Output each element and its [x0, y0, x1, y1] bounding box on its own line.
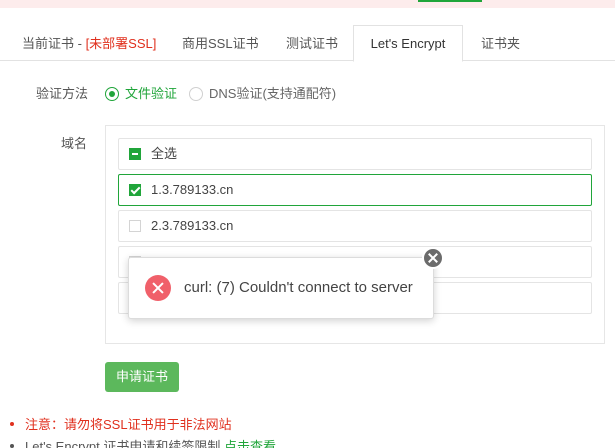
select-all-label: 全选 [151, 146, 178, 161]
ssl-tabs: 当前证书 - [未部署SSL] 商用SSL证书 测试证书 Let's Encry… [0, 25, 615, 62]
domain-name: 2.3.789133.cn [151, 218, 234, 233]
radio-dns-verify-label[interactable]: DNS验证(支持通配符) [209, 85, 336, 103]
domain-name: 1.3.789133.cn [151, 182, 234, 197]
note-warning: 注意：请勿将SSL证书用于非法网站 [8, 418, 608, 440]
tab-commercial-ssl[interactable]: 商用SSL证书 [182, 26, 259, 61]
error-toast-message: curl: (7) Couldn't connect to server [184, 279, 413, 296]
domain-item[interactable]: 2.3.789133.cn [118, 210, 592, 242]
domain-checkbox[interactable] [129, 220, 141, 232]
apply-cert-button[interactable]: 申请证书 [105, 362, 179, 392]
tab-cert-folder[interactable]: 证书夹 [481, 26, 520, 61]
toast-close-icon[interactable] [422, 247, 444, 269]
tab-current-cert[interactable]: 当前证书 - [未部署SSL] [22, 26, 156, 61]
domain-label: 域名 [61, 136, 88, 151]
bullet-dot [10, 444, 14, 448]
note-info: Let's Encrypt 证书申请和续签限制 点击查看 [8, 440, 608, 448]
domain-checkbox[interactable] [129, 184, 141, 196]
radio-dns-verify[interactable] [189, 87, 203, 101]
note-info-text: Let's Encrypt 证书申请和续签限制 [25, 439, 221, 448]
note-warning-text: 注意：请勿将SSL证书用于非法网站 [25, 417, 232, 432]
radio-file-verify-label[interactable]: 文件验证 [125, 85, 177, 103]
domain-item[interactable]: 1.3.789133.cn [118, 174, 592, 206]
tab-current-cert-label: 当前证书 - [22, 36, 86, 51]
radio-file-verify[interactable] [105, 87, 119, 101]
tab-current-cert-status: [未部署SSL] [85, 36, 157, 51]
verify-method-label: 验证方法 [36, 86, 89, 101]
error-x-icon [145, 275, 171, 301]
top-alert-button[interactable] [418, 0, 482, 2]
notes-list: 注意：请勿将SSL证书用于非法网站 Let's Encrypt 证书申请和续签限… [8, 418, 608, 448]
note-info-link[interactable]: 点击查看 [224, 439, 276, 448]
select-all-checkbox[interactable] [129, 148, 141, 160]
ssl-panel: 当前证书 - [未部署SSL] 商用SSL证书 测试证书 Let's Encry… [0, 0, 615, 448]
bullet-dot [10, 422, 14, 426]
tab-test-cert[interactable]: 测试证书 [286, 26, 338, 61]
domain-select-all[interactable]: 全选 [118, 138, 592, 170]
top-alert-strip [0, 0, 615, 8]
tab-lets-encrypt[interactable]: Let's Encrypt [353, 25, 463, 62]
error-toast: curl: (7) Couldn't connect to server [128, 257, 434, 319]
